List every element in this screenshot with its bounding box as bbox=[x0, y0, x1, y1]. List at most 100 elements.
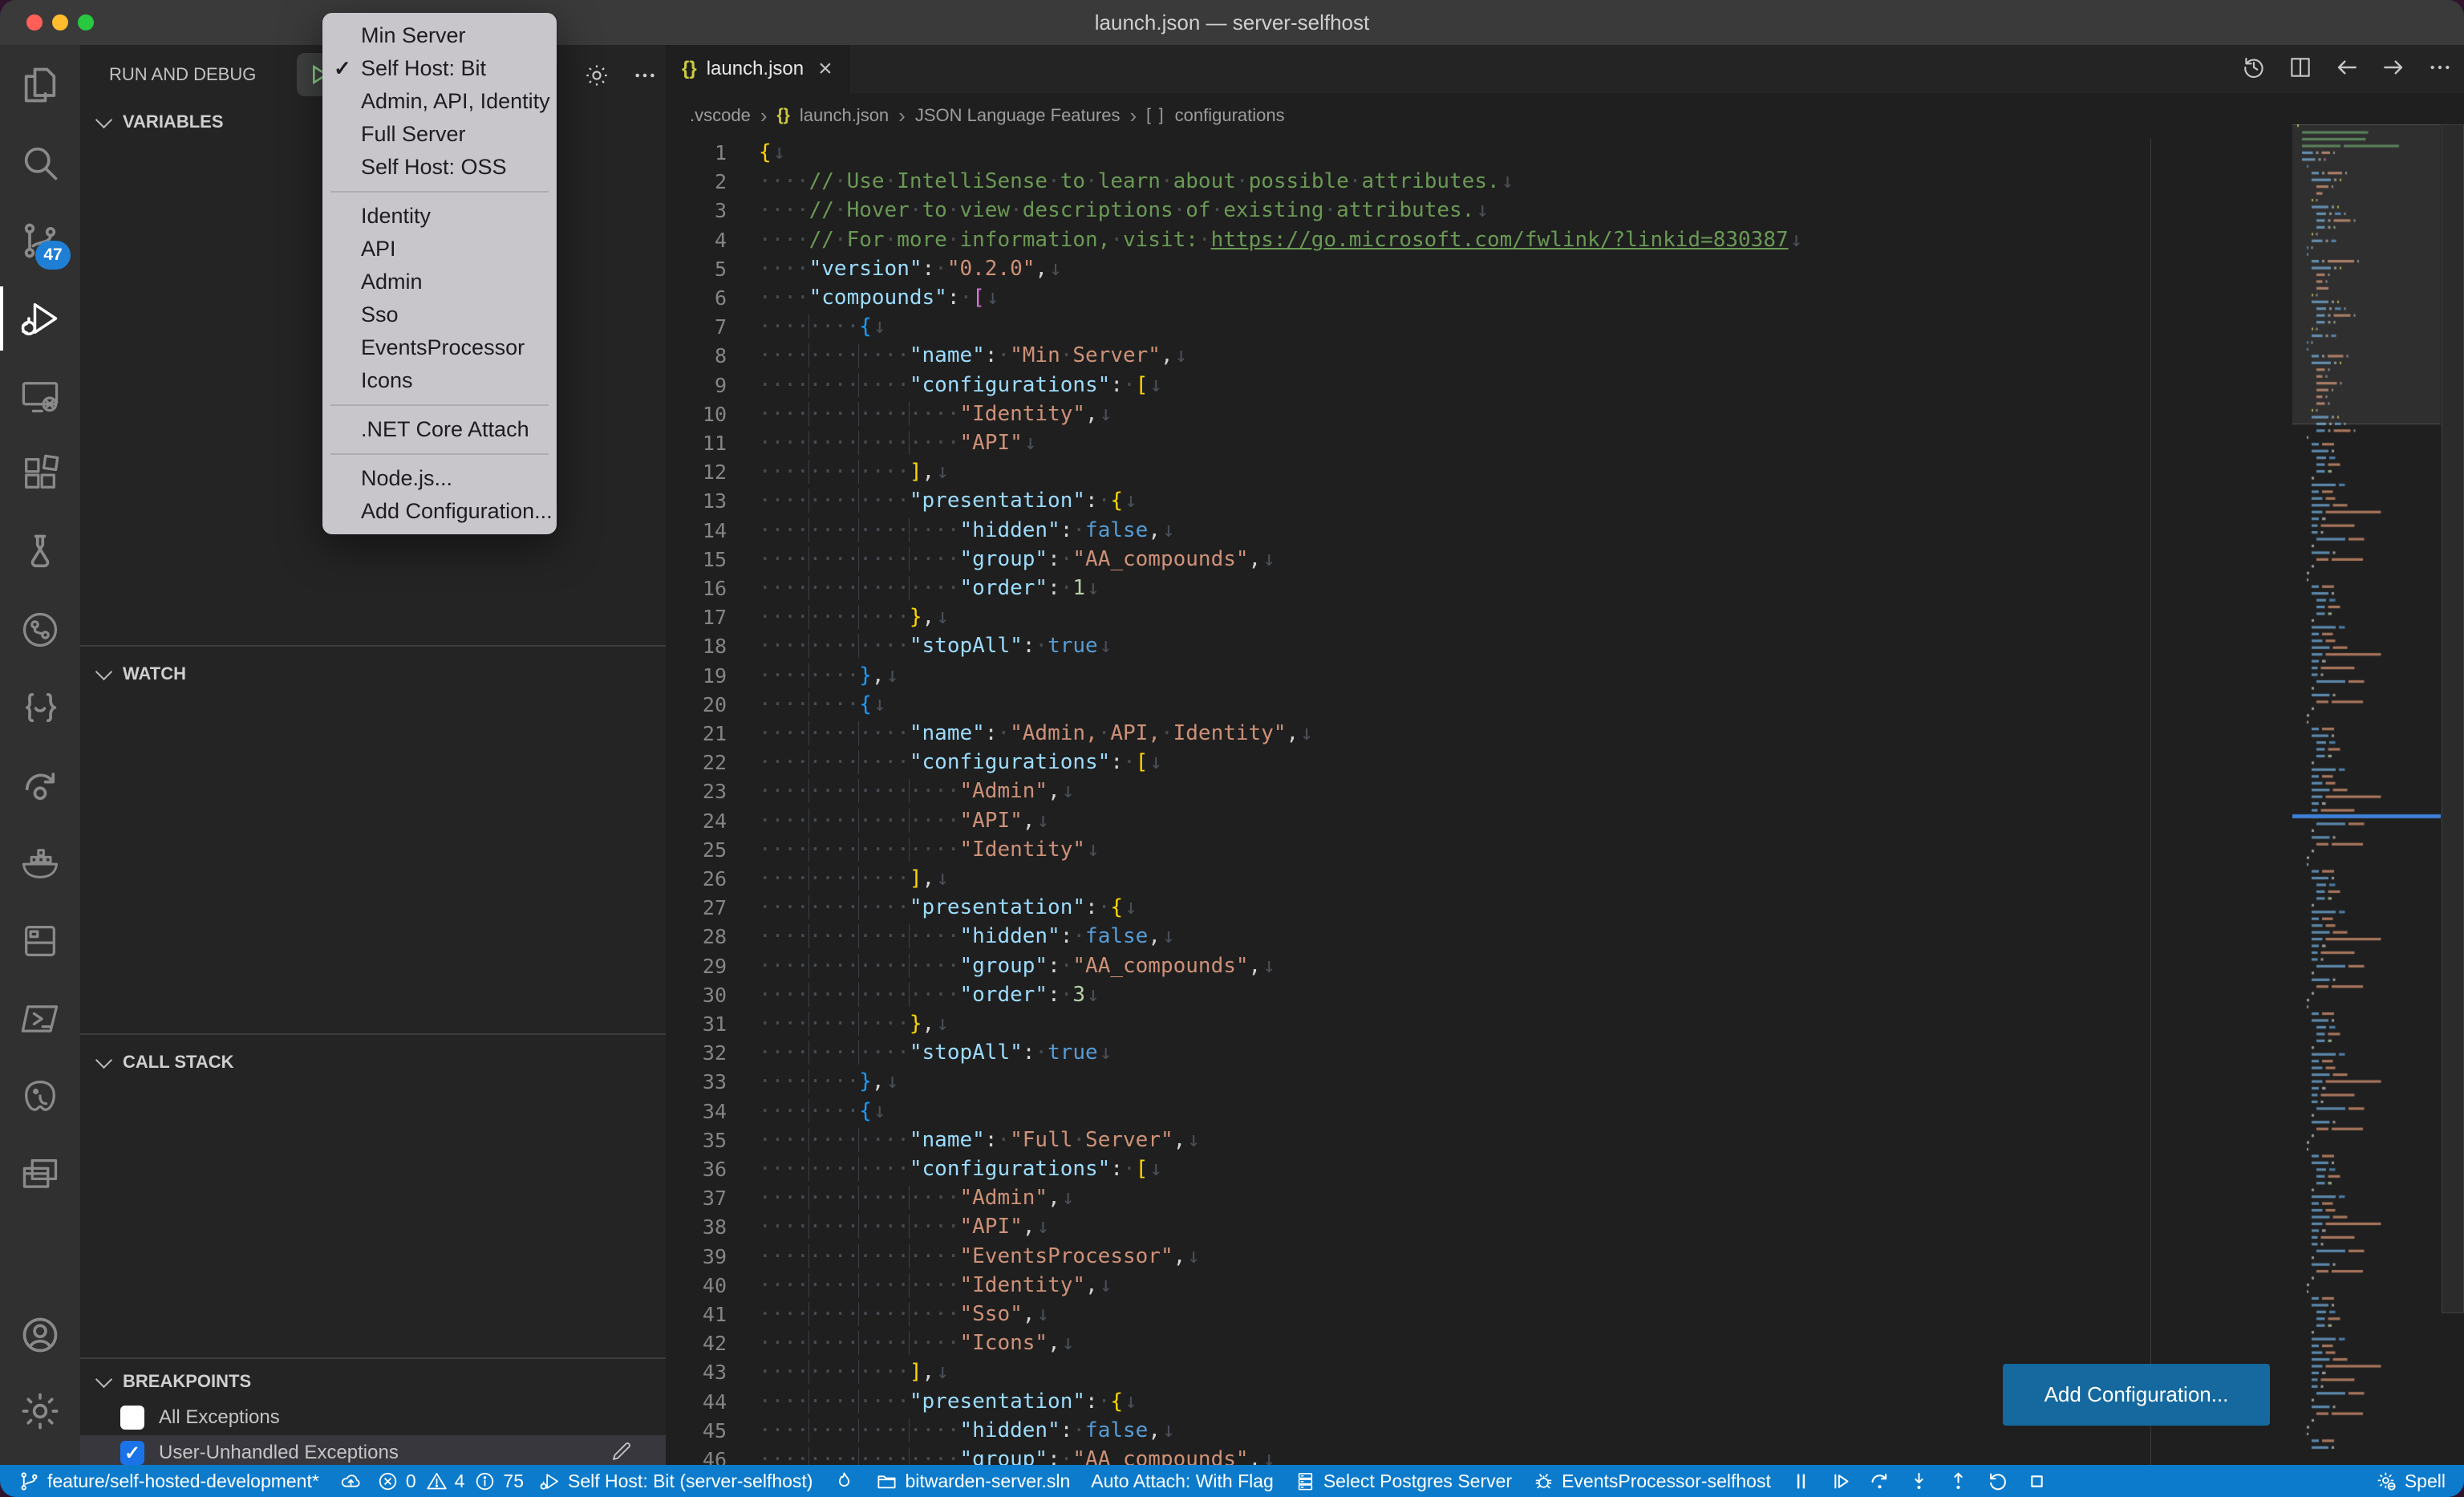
debug-start-icon bbox=[539, 1471, 561, 1492]
checkmark-icon: ✓ bbox=[334, 52, 351, 85]
status-auto-attach-with-flag[interactable]: Auto Attach: With Flag bbox=[1080, 1465, 1284, 1497]
menu-item-icons[interactable]: Icons bbox=[322, 364, 557, 397]
close-tab-icon[interactable]: × bbox=[818, 57, 833, 81]
breadcrumb-item[interactable]: configurations bbox=[1175, 105, 1285, 126]
status-warning-triangle[interactable]: 4 bbox=[421, 1465, 470, 1497]
status-flame[interactable] bbox=[823, 1465, 865, 1497]
menu-item-sso[interactable]: Sso bbox=[322, 298, 557, 331]
status-git-branch[interactable]: feature/self-hosted-development* bbox=[8, 1465, 330, 1497]
split-editor-icon[interactable] bbox=[2288, 55, 2313, 84]
status-info-circle[interactable]: 75 bbox=[469, 1465, 529, 1497]
edit-pencil-icon[interactable] bbox=[610, 1439, 634, 1467]
menu-item-label: Identity bbox=[361, 204, 431, 228]
status-bug[interactable]: EventsProcessor-selfhost bbox=[1522, 1465, 1781, 1497]
breadcrumb-item[interactable]: launch.json bbox=[800, 105, 889, 126]
menu-item-node-js[interactable]: Node.js... bbox=[322, 462, 557, 495]
activity-extensions[interactable] bbox=[0, 436, 80, 513]
status-debug-start[interactable]: Self Host: Bit (server-selfhost) bbox=[529, 1465, 823, 1497]
status-debug-restart[interactable] bbox=[1978, 1465, 2017, 1497]
activity-settings[interactable] bbox=[0, 1373, 80, 1450]
add-configuration-button[interactable]: Add Configuration... bbox=[2003, 1364, 2270, 1426]
scm-badge: 47 bbox=[35, 241, 71, 270]
status-debug-step-into[interactable] bbox=[1899, 1465, 1939, 1497]
call-stack-section-header[interactable]: CALL STACK bbox=[80, 1045, 666, 1080]
status-debug-stop[interactable] bbox=[2017, 1465, 2057, 1497]
line-number: 27 bbox=[666, 893, 727, 923]
menu-item-full-server[interactable]: Full Server bbox=[322, 118, 557, 151]
activity-live-share[interactable] bbox=[0, 747, 80, 824]
error-circle-icon bbox=[377, 1471, 399, 1492]
line-number: 46 bbox=[666, 1445, 727, 1465]
line-number: 21 bbox=[666, 719, 727, 748]
menu-item-admin-api-identity[interactable]: Admin, API, Identity bbox=[322, 85, 557, 118]
activity-docker[interactable] bbox=[0, 825, 80, 902]
activity-explorer[interactable] bbox=[0, 47, 80, 124]
status-error-circle[interactable]: 0 bbox=[372, 1465, 421, 1497]
checked-checkbox[interactable]: ✓ bbox=[120, 1441, 144, 1465]
activity-powershell[interactable] bbox=[0, 980, 80, 1057]
code-line: 26············],↓ bbox=[666, 864, 2292, 894]
activity-accounts[interactable] bbox=[0, 1296, 80, 1373]
git-branch-icon bbox=[18, 1471, 40, 1492]
menu-item-admin[interactable]: Admin bbox=[322, 266, 557, 298]
menu-item-self-host-bit[interactable]: ✓Self Host: Bit bbox=[322, 52, 557, 85]
menu-item-self-host-oss[interactable]: Self Host: OSS bbox=[322, 151, 557, 184]
menu-item-identity[interactable]: Identity bbox=[322, 200, 557, 233]
menu-item-eventsprocessor[interactable]: EventsProcessor bbox=[322, 331, 557, 364]
breakpoint-label: All Exceptions bbox=[159, 1406, 280, 1429]
status-cloud-upload[interactable] bbox=[330, 1465, 372, 1497]
breakpoint-row[interactable]: All Exceptions bbox=[80, 1400, 666, 1435]
line-number: 36 bbox=[666, 1154, 727, 1184]
status-debug-step-over[interactable] bbox=[1860, 1465, 1899, 1497]
line-number: 24 bbox=[666, 806, 727, 836]
chevron-down-icon bbox=[95, 1051, 112, 1068]
menu-item-api[interactable]: API bbox=[322, 233, 557, 266]
status-label: 0 bbox=[406, 1471, 416, 1492]
status-debug-continue[interactable] bbox=[1821, 1465, 1860, 1497]
activity-container[interactable] bbox=[0, 903, 80, 980]
code-editor[interactable]: 1{↓2····//·Use·IntelliSense·to·learn·abo… bbox=[666, 138, 2292, 1465]
activity-brackets[interactable] bbox=[0, 669, 80, 746]
activity-run-and-debug[interactable] bbox=[0, 280, 80, 357]
code-line: 31············},↓ bbox=[666, 1009, 2292, 1039]
code-line: 3····//·Hover·to·view·descriptions·of·ex… bbox=[666, 196, 2292, 225]
breakpoints-section-header[interactable]: BREAKPOINTS bbox=[80, 1364, 666, 1399]
code-line: 13············"presentation":·{↓ bbox=[666, 486, 2292, 516]
breadcrumb-item[interactable]: .vscode bbox=[690, 105, 751, 126]
minimap-viewport[interactable] bbox=[2292, 124, 2441, 424]
watch-section-header[interactable]: WATCH bbox=[80, 656, 666, 692]
activity-windows[interactable] bbox=[0, 1136, 80, 1213]
folder-icon bbox=[876, 1471, 898, 1492]
menu-item-net-core-attach[interactable]: .NET Core Attach bbox=[322, 413, 557, 446]
unchecked-checkbox[interactable] bbox=[120, 1406, 144, 1430]
activity-git-graph[interactable] bbox=[0, 591, 80, 668]
status-database[interactable]: Select Postgres Server bbox=[1284, 1465, 1522, 1497]
activity-testing[interactable] bbox=[0, 513, 80, 590]
line-number: 15 bbox=[666, 545, 727, 574]
status-folder[interactable]: bitwarden-server.sln bbox=[865, 1465, 1080, 1497]
navigate-back-icon[interactable] bbox=[2334, 55, 2360, 84]
more-actions-icon[interactable] bbox=[2427, 55, 2453, 84]
navigate-forward-icon[interactable] bbox=[2381, 55, 2406, 84]
timeline-icon[interactable] bbox=[2241, 55, 2267, 84]
status-spell-gear[interactable]: Spell bbox=[2365, 1465, 2456, 1497]
line-number: 7 bbox=[666, 312, 727, 342]
breakpoint-label: User-Unhandled Exceptions bbox=[159, 1442, 399, 1464]
status-debug-step-out[interactable] bbox=[1939, 1465, 1978, 1497]
breadcrumb-item[interactable]: JSON Language Features bbox=[915, 105, 1121, 126]
menu-item-min-server[interactable]: Min Server bbox=[322, 19, 557, 52]
menu-item-add-configuration[interactable]: Add Configuration... bbox=[322, 495, 557, 528]
code-line: 37················"Admin",↓ bbox=[666, 1183, 2292, 1213]
activity-source-control[interactable]: 47 bbox=[0, 202, 80, 279]
activity-remote-explorer[interactable] bbox=[0, 358, 80, 435]
menu-item-label: Self Host: OSS bbox=[361, 155, 507, 179]
code-line: 33········},↓ bbox=[666, 1067, 2292, 1097]
status-debug-pause[interactable] bbox=[1781, 1465, 1821, 1497]
activity-postgresql[interactable] bbox=[0, 1058, 80, 1135]
activity-search[interactable] bbox=[0, 124, 80, 201]
debug-pause-icon bbox=[1790, 1471, 1812, 1492]
debug-settings-gear-icon[interactable] bbox=[584, 63, 610, 92]
views-more-actions-icon[interactable] bbox=[632, 63, 658, 92]
tab-launch-json[interactable]: {} launch.json × bbox=[666, 45, 849, 93]
editor-scrollbar[interactable] bbox=[2442, 124, 2462, 1449]
